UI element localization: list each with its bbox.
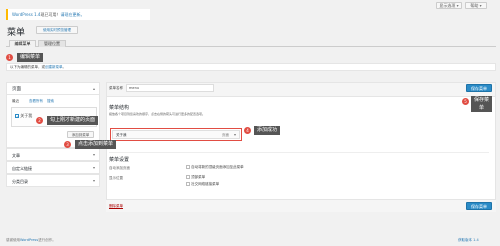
screen-options-button[interactable]: 显示选项 ▾ (436, 2, 462, 9)
menu-item-about[interactable]: 关于我 页面 ▾ (112, 130, 240, 139)
auto-add-option[interactable]: 自动将新的顶级页面添加至此菜单 (186, 165, 244, 170)
checkbox-icon[interactable] (186, 182, 190, 186)
accordion-posts-label: 文章 (12, 153, 20, 158)
footer-version[interactable]: 获取版本 1.4 (458, 238, 479, 243)
annotation-tooltip-3: 点击添加到菜单 (75, 140, 117, 149)
menu-name-input[interactable]: menu (126, 84, 214, 92)
checkbox-checked-icon[interactable]: ✓ (15, 114, 19, 119)
save-menu-button-top[interactable]: 保存菜单 (466, 84, 492, 92)
screen-options-label: 显示选项 (439, 3, 456, 8)
annotation-tooltip-1: 编辑菜单 (17, 53, 44, 62)
page-item-about-label: 关于我 (20, 113, 33, 118)
caret-down-icon: ▾ (456, 3, 459, 8)
caret-down-icon: ▾ (479, 3, 482, 8)
menu-footer (106, 199, 496, 212)
footer-thanks-text: 感谢使用 (6, 238, 20, 242)
accordion-posts[interactable]: 文章 ▾ (6, 148, 100, 161)
settings-divider (109, 152, 489, 153)
page-title: 菜单 (7, 28, 26, 38)
accordion-custom-links-label: 自定义链接 (12, 166, 32, 171)
help-label: 帮助 (470, 3, 479, 8)
location-social-menu-label: 社交网络链接菜单 (191, 182, 220, 186)
location-label: 显示位置 (109, 176, 123, 180)
caret-down-icon: ▾ (92, 152, 95, 157)
menu-structure-title: 菜单结构 (109, 105, 130, 111)
menu-settings-title: 菜单设置 (109, 157, 130, 163)
notice-text: 现已可用！ (40, 12, 61, 17)
menu-editor (106, 82, 496, 212)
wordpress-link[interactable]: WordPress (20, 238, 38, 242)
live-manage-button[interactable]: 使用实时预览管理 (36, 26, 78, 34)
pages-panel: 页面 ▴ 最近 查看所有 搜索 ✓ 关于我 添加到菜单 (6, 82, 100, 148)
panel-divider (7, 94, 99, 95)
create-menu-link[interactable]: 创建新菜单 (45, 65, 63, 69)
checkbox-icon[interactable] (186, 165, 190, 169)
page-item-about[interactable]: ✓ 关于我 (15, 113, 32, 119)
accordion-custom-links[interactable]: 自定义链接 ▾ (6, 161, 100, 174)
annotation-tooltip-2: 勾上刚才新建的页面 (47, 116, 99, 125)
add-to-menu-button[interactable]: 添加到菜单 (67, 131, 94, 138)
annotation-tooltip-5: 保存菜 单 (471, 96, 493, 112)
help-button[interactable]: 帮助 ▾ (465, 2, 487, 9)
annotation-tooltip-5-line2: 单 (479, 105, 485, 111)
update-notice: WordPress 1.4现已可用！请现在更新。 (6, 9, 150, 20)
annotation-marker-5: 5 (462, 98, 469, 105)
update-now-link[interactable]: 请现在更新。 (60, 12, 84, 17)
location-social-menu[interactable]: 社交网络链接菜单 (186, 182, 219, 187)
hint-suffix: 。 (62, 65, 67, 69)
tab-manage-locations[interactable]: 管理位置 (38, 40, 66, 47)
menu-name-label: 菜单名称 (109, 86, 123, 90)
auto-add-option-label: 自动将新的顶级页面添加至此菜单 (191, 165, 244, 169)
accordion-categories-label: 分类目录 (12, 179, 28, 184)
menu-item-title: 关于我 (116, 133, 127, 137)
accordion-categories[interactable]: 分类目录 ▾ (6, 174, 100, 187)
delete-menu-link[interactable]: 删除菜单 (109, 204, 123, 209)
caret-down-icon: ▾ (92, 165, 95, 170)
footer-suffix: 进行创作。 (38, 238, 56, 242)
menu-item-type: 页面 (222, 133, 229, 137)
tabs-divider (6, 46, 496, 47)
auto-add-label: 自动添加页面 (109, 166, 130, 170)
location-top-menu[interactable]: 顶部菜单 (186, 175, 205, 180)
subtab-search[interactable]: 搜索 (47, 99, 54, 104)
version-link[interactable]: WordPress 1.4 (12, 12, 40, 17)
annotation-marker-1: 1 (6, 54, 13, 61)
menu-select-hint: 以下为编辑的菜单，或创建新菜单。 (6, 63, 496, 71)
caret-down-icon: ▾ (92, 178, 95, 183)
checkbox-icon[interactable] (186, 175, 190, 179)
annotation-tooltip-4: 添加成功 (254, 126, 281, 135)
annotation-marker-3: 3 (64, 141, 71, 148)
tab-edit-menus[interactable]: 编辑菜单 (9, 40, 36, 47)
annotation-tooltip-5-line1: 保存菜 (474, 97, 490, 103)
subtab-view-all[interactable]: 查看所有 (29, 99, 43, 104)
annotation-marker-2: 2 (36, 117, 43, 124)
hint-text: 以下为编辑的菜单，或 (10, 65, 45, 69)
footer-thanks: 感谢使用WordPress进行创作。 (6, 238, 56, 243)
menu-structure-description: 拖放各个项目到您喜欢的顺序，点击右侧的箭头可进行更多的配置选项。 (109, 112, 206, 116)
save-menu-button-bottom[interactable]: 保存菜单 (466, 202, 492, 210)
annotation-marker-4: 4 (244, 127, 251, 134)
location-top-menu-label: 顶部菜单 (191, 175, 206, 179)
subtab-recent[interactable]: 最近 (12, 99, 19, 104)
pages-panel-title: 页面 (12, 87, 21, 92)
caret-up-icon[interactable]: ▴ (93, 86, 95, 91)
caret-down-icon[interactable]: ▾ (234, 132, 236, 137)
